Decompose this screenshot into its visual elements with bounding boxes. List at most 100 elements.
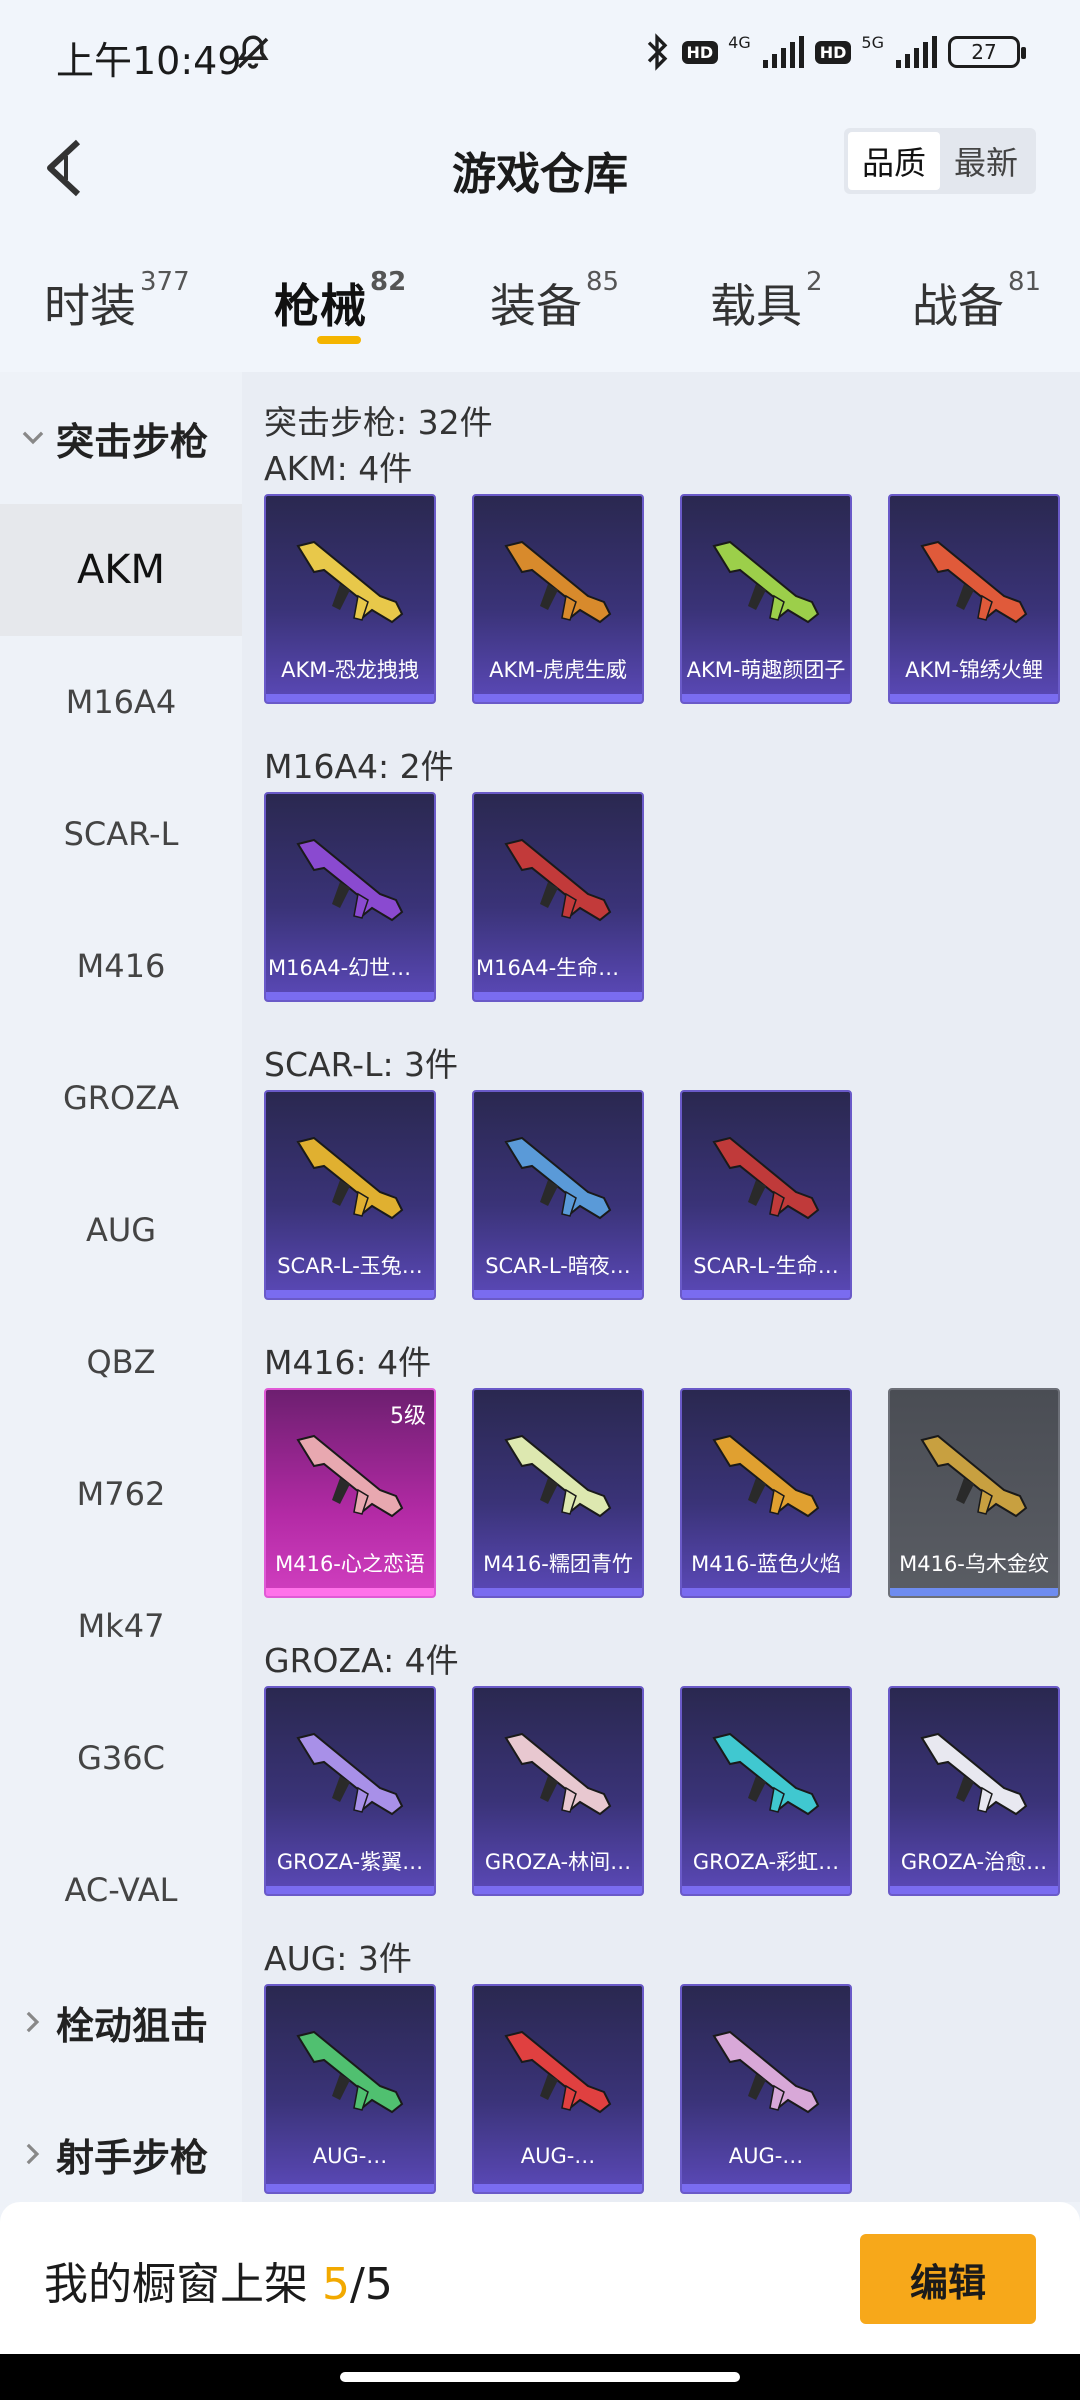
weapon-card[interactable]: M416-蓝色火焰 [680,1388,852,1598]
tab-supplies[interactable]: 战备 81 [912,267,1041,336]
weapon-card-label: M416-蓝色火焰 [691,1552,841,1576]
weapon-card[interactable]: AUG-… [472,1984,644,2194]
weapon-card-label: SCAR-L-生命… [693,1254,839,1278]
weapon-card[interactable]: AUG-… [680,1984,852,2194]
sidebar-item-akm[interactable]: AKM [0,504,242,636]
sidebar-group-bolt-snipers[interactable]: 栓动狙击 [0,1956,242,2088]
edit-button[interactable]: 编辑 [860,2234,1036,2324]
showcase-label: 我的橱窗上架 5/5 [44,2248,393,2312]
weapon-sidebar: 突击步枪 AKM M16A4 SCAR-L M416 GROZA AUG QBZ… [0,372,242,2202]
tab-count: 85 [586,266,620,297]
gun-icon [504,2030,612,2114]
sidebar-item-aug[interactable]: AUG [0,1164,242,1296]
sidebar-item-m16a4[interactable]: M16A4 [0,636,242,768]
weapon-card[interactable]: GROZA-林间… [472,1686,644,1896]
sort-by-quality[interactable]: 品质 [848,132,940,190]
weapon-card-label: AUG-… [520,2144,596,2168]
gun-icon [296,540,404,624]
weapon-card[interactable]: M416-糯团青竹 [472,1388,644,1598]
weapon-card[interactable]: AKM-恐龙拽拽 [264,494,436,704]
section-title: M16A4: 2件 [264,747,454,786]
active-tab-indicator [317,336,361,344]
weapon-card-label: AKM-恐龙拽拽 [281,658,419,682]
sort-by-newest[interactable]: 最新 [940,132,1032,190]
gun-icon [920,540,1028,624]
weapon-card-label: M416-心之恋语 [275,1552,425,1576]
weapon-card-label: AKM-萌趣颜团子 [686,658,846,682]
sort-toggle: 品质 最新 [844,128,1036,194]
weapon-card[interactable]: GROZA-治愈… [888,1686,1060,1896]
weapon-card[interactable]: AKM-虎虎生威 [472,494,644,704]
tab-count: 82 [370,266,407,297]
gun-icon [504,1136,612,1220]
sidebar-group-label: 突击步枪 [56,419,209,464]
sidebar-item-groza[interactable]: GROZA [0,1032,242,1164]
sidebar-item-mk47[interactable]: Mk47 [0,1560,242,1692]
gun-icon [712,2030,820,2114]
chevron-right-icon [26,2011,40,2033]
sidebar-item-scar-l[interactable]: SCAR-L [0,768,242,900]
sidebar-item-m416[interactable]: M416 [0,900,242,1032]
battery-icon: 27 [948,36,1026,68]
network-label-4g: 4G [728,32,751,52]
weapon-card[interactable]: M416-乌木金纹 [888,1388,1060,1598]
sidebar-item-ac-val[interactable]: AC-VAL [0,1824,242,1956]
tab-firearms[interactable]: 枪械 82 [274,266,407,336]
tab-label: 枪械 [274,279,366,333]
tab-fashion[interactable]: 时装 377 [44,267,190,336]
gun-icon [504,1732,612,1816]
gun-icon [712,1434,820,1518]
weapon-card-label: AKM-虎虎生威 [489,658,627,682]
status-time: 上午10:49 [56,39,242,83]
tab-equipment[interactable]: 装备 85 [490,266,620,336]
tab-label: 载具 [710,279,802,333]
weapon-card[interactable]: SCAR-L-生命… [680,1090,852,1300]
network-label-5g: 5G [861,32,884,52]
weapon-card[interactable]: GROZA-紫翼… [264,1686,436,1896]
sidebar-group-label: 射手步枪 [56,2135,209,2180]
gun-icon [712,1732,820,1816]
tab-count: 2 [806,266,823,297]
section-title: GROZA: 4件 [264,1641,459,1680]
weapon-card-label: M416-乌木金纹 [899,1552,1049,1576]
tab-vehicles[interactable]: 载具 2 [710,266,823,336]
section-title: SCAR-L: 3件 [264,1045,459,1084]
showcase-count-current: 5 [322,2259,350,2310]
gun-icon [296,1136,404,1220]
home-indicator[interactable] [340,2372,740,2382]
battery-level: 27 [971,40,997,64]
weapon-card-label: GROZA-治愈… [900,1850,1048,1874]
weapon-card[interactable]: AKM-锦绣火鲤 [888,494,1060,704]
weapon-card[interactable]: AUG-… [264,1984,436,2194]
sidebar-item-qbz[interactable]: QBZ [0,1296,242,1428]
sidebar-item-m762[interactable]: M762 [0,1428,242,1560]
weapon-card[interactable]: AKM-萌趣颜团子 [680,494,852,704]
gun-icon [712,540,820,624]
weapon-card[interactable]: M16A4-幻世战… [264,792,436,1002]
category-tabs: 时装 377 枪械 82 装备 85 载具 2 战备 81 [0,240,1080,372]
notifications-muted-icon [237,35,269,69]
weapon-card[interactable]: SCAR-L-玉兔… [264,1090,436,1300]
weapon-card-label: GROZA-紫翼… [276,1850,424,1874]
section-title: AKM: 4件 [264,449,413,488]
weapon-card[interactable]: M16A4-生命誓言 [472,792,644,1002]
weapon-card[interactable]: GROZA-彩虹… [680,1686,852,1896]
showcase-text: 我的橱窗上架 [44,2259,308,2310]
header: 游戏仓库 品质 最新 [0,100,1080,240]
signal-icon-2 [896,36,937,68]
sidebar-group-label: 栓动狙击 [56,2003,209,2048]
category-total: 突击步枪: 32件 [264,403,493,442]
weapon-card[interactable]: 5级 M416-心之恋语 [264,1388,436,1598]
gun-icon [296,2030,404,2114]
hd-badge-1: HD [681,40,719,64]
weapon-card-label: AUG-… [312,2144,388,2168]
weapon-card-label: SCAR-L-暗夜… [485,1254,631,1278]
weapon-card[interactable]: SCAR-L-暗夜… [472,1090,644,1300]
gun-icon [296,1732,404,1816]
sidebar-group-marksman-rifles[interactable]: 射手步枪 [0,2088,242,2220]
weapon-card-label: AUG-… [728,2144,804,2168]
sidebar-group-assault-rifles[interactable]: 突击步枪 [0,372,242,504]
hd-badge-2: HD [814,40,852,64]
gun-icon [504,1434,612,1518]
sidebar-item-g36c[interactable]: G36C [0,1692,242,1824]
